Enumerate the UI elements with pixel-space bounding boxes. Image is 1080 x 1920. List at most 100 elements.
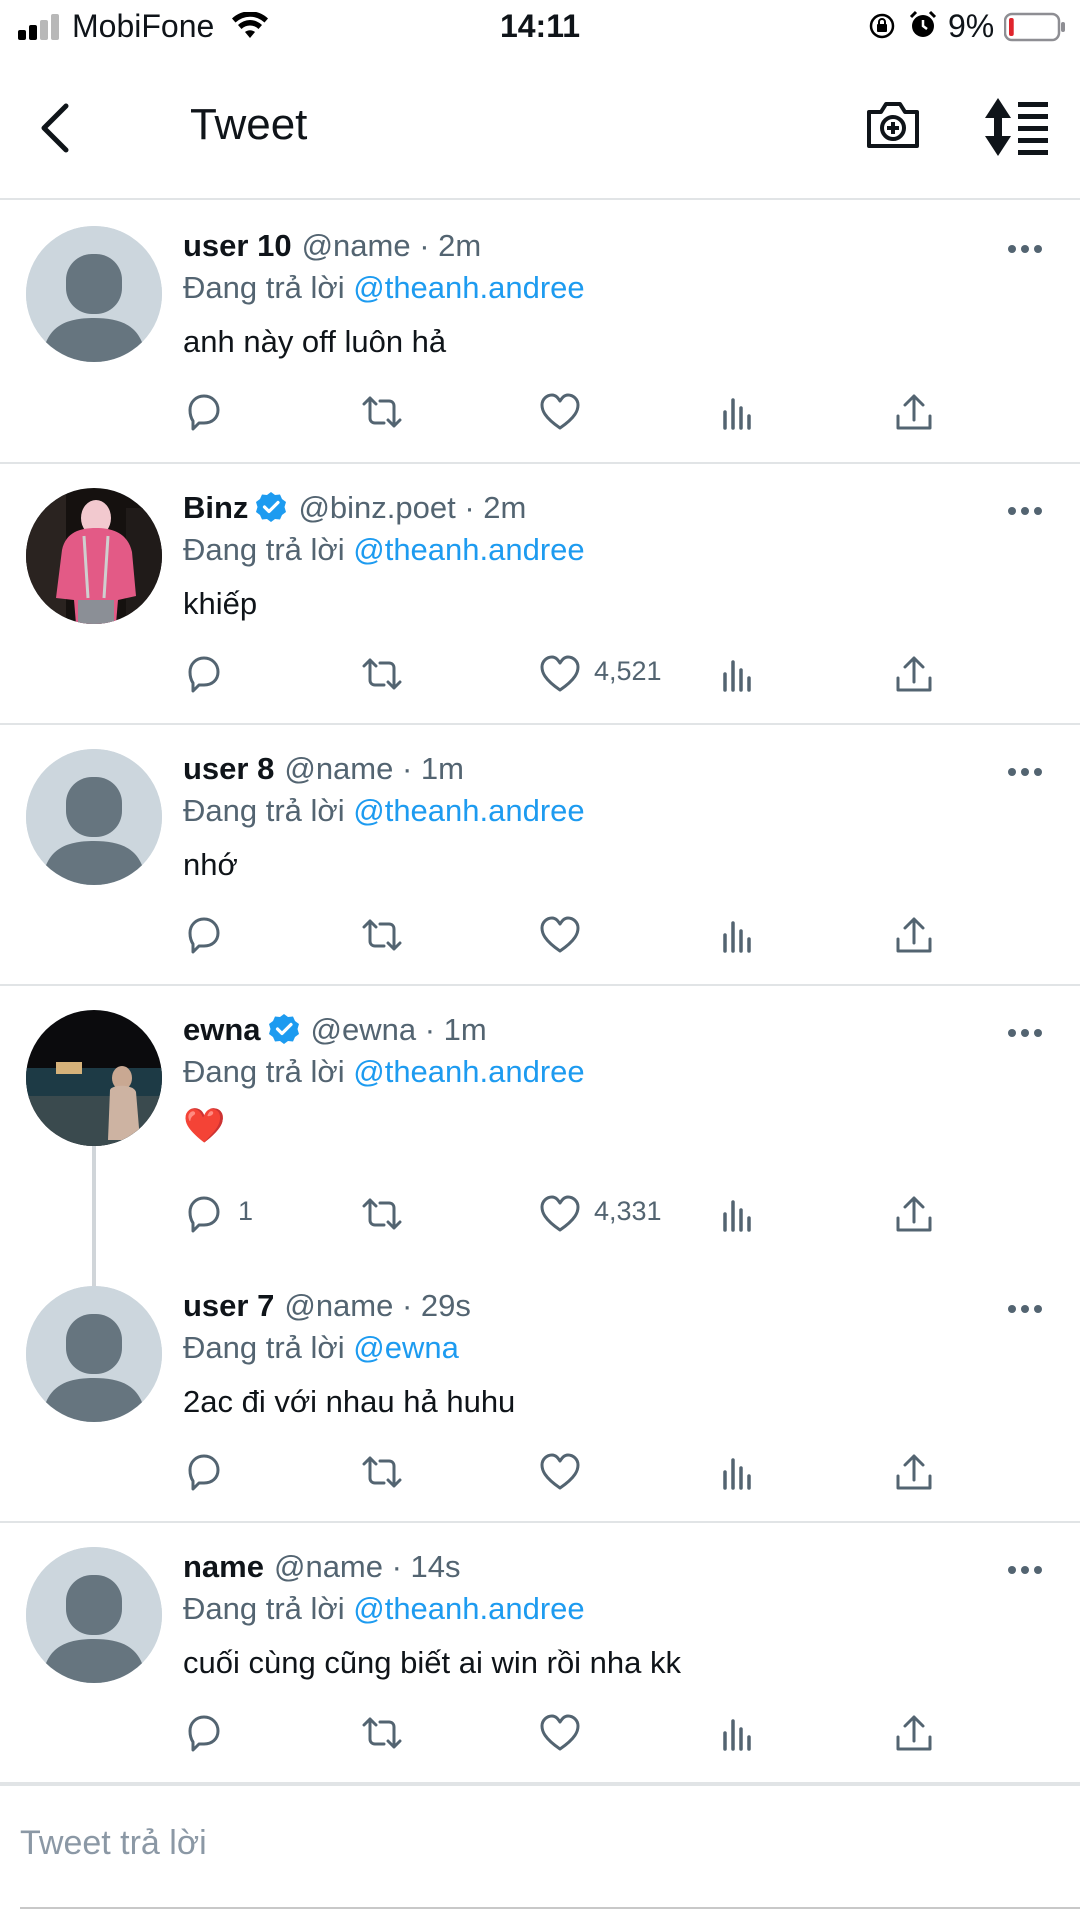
like-button[interactable] bbox=[538, 1440, 698, 1500]
display-name[interactable]: ewna bbox=[183, 1012, 261, 1047]
mention-link[interactable]: @ewna bbox=[353, 1330, 459, 1365]
share-icon bbox=[896, 1454, 932, 1490]
mention-link[interactable]: @theanh.andree bbox=[353, 270, 584, 305]
handle[interactable]: @binz.poet bbox=[298, 490, 455, 525]
display-name[interactable]: name bbox=[183, 1549, 264, 1584]
alarm-icon bbox=[909, 10, 937, 37]
verified-badge-icon bbox=[268, 1014, 299, 1044]
reply-icon bbox=[188, 1454, 220, 1491]
like-count: 4,521 bbox=[594, 656, 662, 686]
more-options-icon[interactable] bbox=[1006, 504, 1044, 518]
verified-badge-icon bbox=[256, 492, 287, 522]
back-arrow-icon[interactable] bbox=[30, 92, 86, 164]
reply-item[interactable]: ewna @ewna · 1m Đang trả lời @theanh.andr… bbox=[0, 986, 1080, 1262]
like-button[interactable]: 4,331 bbox=[538, 1182, 698, 1242]
retweet-button[interactable] bbox=[360, 380, 520, 440]
reply-button[interactable] bbox=[182, 380, 342, 440]
reply-item[interactable]: user 10 @name · 2m Đang trả lời @theanh.an… bbox=[0, 202, 1080, 464]
like-icon bbox=[540, 1195, 580, 1232]
avatar[interactable] bbox=[26, 226, 162, 362]
reply-item[interactable]: user 8 @name · 1m Đang trả lời @theanh.and… bbox=[0, 725, 1080, 986]
share-button[interactable] bbox=[892, 1440, 1052, 1500]
reply-icon bbox=[188, 1196, 220, 1233]
replying-to: Đang trả lời @theanh.andree bbox=[183, 1054, 585, 1090]
action-bar bbox=[0, 1701, 1080, 1761]
share-button[interactable] bbox=[892, 1182, 1052, 1242]
display-name[interactable]: user 7 bbox=[183, 1288, 274, 1323]
reply-button[interactable] bbox=[182, 642, 342, 702]
more-options-icon[interactable] bbox=[1006, 1302, 1044, 1316]
analytics-button[interactable] bbox=[716, 1701, 876, 1761]
like-button[interactable]: 4,521 bbox=[538, 642, 698, 702]
like-icon bbox=[540, 1714, 580, 1751]
analytics-button[interactable] bbox=[716, 1182, 876, 1242]
replying-to-label: Đang trả lời bbox=[183, 793, 354, 828]
analytics-icon bbox=[723, 1458, 751, 1490]
like-icon bbox=[540, 916, 580, 953]
retweet-icon bbox=[362, 919, 402, 951]
reply-icon bbox=[188, 1715, 220, 1752]
author-line: name @name · 14s bbox=[183, 1549, 461, 1585]
avatar[interactable] bbox=[26, 488, 162, 624]
retweet-button[interactable] bbox=[360, 1182, 520, 1242]
reply-text: cuối cùng cũng biết ai win rồi nha kk bbox=[183, 1645, 682, 1680]
analytics-button[interactable] bbox=[716, 380, 876, 440]
reply-button[interactable] bbox=[182, 1440, 342, 1500]
like-button[interactable] bbox=[538, 1701, 698, 1761]
share-button[interactable] bbox=[892, 380, 1052, 440]
action-bar bbox=[0, 1440, 1080, 1500]
analytics-button[interactable] bbox=[716, 642, 876, 702]
avatar[interactable] bbox=[26, 1547, 162, 1683]
timestamp: · 14s bbox=[383, 1549, 461, 1584]
reply-composer[interactable]: Tweet trả lời bbox=[0, 1784, 1080, 1914]
retweet-button[interactable] bbox=[360, 1440, 520, 1500]
handle[interactable]: @name bbox=[284, 751, 393, 786]
retweet-button[interactable] bbox=[360, 642, 520, 702]
avatar[interactable] bbox=[26, 1286, 162, 1422]
battery-icon bbox=[1004, 12, 1065, 42]
mention-link[interactable]: @theanh.andree bbox=[353, 793, 584, 828]
author-line: user 8 @name · 1m bbox=[183, 751, 464, 787]
mention-link[interactable]: @theanh.andree bbox=[353, 1591, 584, 1626]
analytics-button[interactable] bbox=[716, 903, 876, 963]
analytics-icon bbox=[723, 1200, 751, 1232]
handle[interactable]: @name bbox=[274, 1549, 383, 1584]
avatar[interactable] bbox=[26, 749, 162, 885]
share-button[interactable] bbox=[892, 642, 1052, 702]
retweet-button[interactable] bbox=[360, 903, 520, 963]
reply-button[interactable] bbox=[182, 1701, 342, 1761]
analytics-button[interactable] bbox=[716, 1440, 876, 1500]
analytics-icon bbox=[723, 1719, 751, 1751]
display-name[interactable]: user 10 bbox=[183, 228, 292, 263]
reply-input[interactable]: Tweet trả lời bbox=[20, 1824, 207, 1863]
mention-link[interactable]: @theanh.andree bbox=[353, 532, 584, 567]
mention-link[interactable]: @theanh.andree bbox=[353, 1054, 584, 1089]
reply-item[interactable]: Binz @binz.poet · 2m Đang trả lời @theanh… bbox=[0, 464, 1080, 725]
more-options-icon[interactable] bbox=[1006, 242, 1044, 256]
camera-plus-icon[interactable] bbox=[864, 96, 922, 154]
author-line: ewna @ewna · 1m bbox=[183, 1012, 487, 1048]
more-options-icon[interactable] bbox=[1006, 1026, 1044, 1040]
display-name[interactable]: Binz bbox=[183, 490, 248, 525]
like-button[interactable] bbox=[538, 903, 698, 963]
avatar[interactable] bbox=[26, 1010, 162, 1146]
like-button[interactable] bbox=[538, 380, 698, 440]
share-button[interactable] bbox=[892, 1701, 1052, 1761]
handle[interactable]: @name bbox=[284, 1288, 393, 1323]
retweet-button[interactable] bbox=[360, 1701, 520, 1761]
sort-icon[interactable] bbox=[984, 96, 1050, 158]
reply-button[interactable] bbox=[182, 903, 342, 963]
reply-item[interactable]: user 7 @name · 29s Đang trả lời @ewna 2ac đ… bbox=[0, 1262, 1080, 1523]
handle[interactable]: @name bbox=[302, 228, 411, 263]
reply-item[interactable]: name @name · 14s Đang trả lời @theanh.andr… bbox=[0, 1523, 1080, 1784]
reply-button[interactable]: 1 bbox=[182, 1182, 342, 1242]
share-icon bbox=[896, 917, 932, 953]
more-options-icon[interactable] bbox=[1006, 765, 1044, 779]
replying-to-label: Đang trả lời bbox=[183, 532, 354, 567]
more-options-icon[interactable] bbox=[1006, 1563, 1044, 1577]
author-line: user 7 @name · 29s bbox=[183, 1288, 471, 1324]
share-button[interactable] bbox=[892, 903, 1052, 963]
retweet-icon bbox=[362, 396, 402, 428]
display-name[interactable]: user 8 bbox=[183, 751, 274, 786]
handle[interactable]: @ewna bbox=[311, 1012, 417, 1047]
